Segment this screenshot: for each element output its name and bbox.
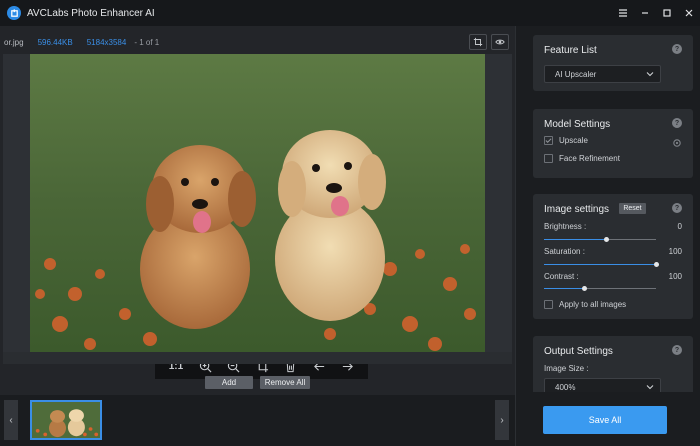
- model-settings-title: Model Settings: [544, 119, 611, 130]
- title-bar: AVCLabs Photo Enhancer AI: [0, 0, 700, 26]
- crop-icon: [473, 37, 483, 47]
- brightness-slider-knob[interactable]: [603, 237, 609, 242]
- contrast-label: Contrast :: [544, 272, 579, 281]
- help-icon[interactable]: ?: [672, 203, 682, 213]
- saturation-slider[interactable]: [544, 262, 659, 267]
- chevron-down-icon: [646, 72, 654, 77]
- gear-icon[interactable]: [672, 138, 682, 148]
- help-icon[interactable]: ?: [672, 44, 682, 54]
- image-settings-card: Image settings Reset ? Brightness : 0 Sa…: [533, 194, 693, 319]
- saturation-slider-knob[interactable]: [654, 262, 659, 267]
- window-controls: [612, 0, 700, 26]
- help-icon[interactable]: ?: [672, 118, 682, 128]
- saturation-slider-fill: [544, 264, 656, 265]
- chevron-down-icon: [646, 385, 654, 390]
- brightness-slider[interactable]: [544, 237, 656, 242]
- close-icon[interactable]: [678, 0, 700, 26]
- reset-button[interactable]: Reset: [619, 203, 646, 214]
- saturation-label: Saturation :: [544, 247, 585, 256]
- minimize-icon[interactable]: [634, 0, 656, 26]
- thumbnail-strip: ‹ ›: [0, 395, 515, 446]
- thumb-prev-button[interactable]: ‹: [4, 400, 18, 440]
- add-button[interactable]: Add: [205, 376, 253, 389]
- output-settings-title: Output Settings: [544, 346, 613, 357]
- file-info-bar: or.jpg 596.44KB 5184x3584 - 1 of 1: [0, 34, 159, 50]
- puppies-photo: [30, 54, 485, 352]
- maximize-icon[interactable]: [656, 0, 678, 26]
- feature-list-card: Feature List ? AI Upscaler: [533, 35, 693, 91]
- contrast-value: 100: [668, 272, 682, 281]
- face-refinement-option[interactable]: Face Refinement: [544, 154, 620, 163]
- upscale-label: Upscale: [559, 136, 588, 145]
- save-all-button[interactable]: Save All: [543, 406, 667, 434]
- remove-all-button[interactable]: Remove All: [260, 376, 310, 389]
- file-dimensions: 5184x3584: [86, 37, 127, 47]
- file-size: 596.44KB: [37, 37, 73, 47]
- thumbnail-item[interactable]: [30, 400, 102, 440]
- model-settings-card: Model Settings ? Upscale Face Refinement: [533, 109, 693, 178]
- file-count: - 1 of 1: [134, 37, 160, 47]
- face-refinement-checkbox[interactable]: [544, 154, 553, 163]
- contrast-slider[interactable]: [544, 286, 656, 291]
- workspace: or.jpg 596.44KB 5184x3584 - 1 of 1 1:1 A…: [0, 26, 515, 446]
- image-size-label: Image Size :: [544, 364, 589, 373]
- file-name: or.jpg: [4, 37, 24, 47]
- contrast-slider-fill: [544, 288, 585, 289]
- apply-all-label: Apply to all images: [559, 300, 627, 309]
- feature-select-value: AI Upscaler: [555, 69, 597, 79]
- menu-icon[interactable]: [612, 0, 634, 26]
- check-icon: [545, 138, 552, 143]
- upscale-option[interactable]: Upscale: [544, 136, 588, 145]
- feature-list-title: Feature List: [544, 45, 597, 56]
- brightness-label: Brightness :: [544, 222, 587, 231]
- feature-select[interactable]: AI Upscaler: [544, 65, 661, 83]
- image-canvas[interactable]: 1:1: [3, 54, 512, 379]
- face-refinement-label: Face Refinement: [559, 154, 620, 163]
- app-logo-icon: [7, 6, 21, 20]
- settings-panel: Feature List ? AI Upscaler Model Setting…: [515, 26, 700, 446]
- canvas-scrollbar[interactable]: [3, 352, 512, 364]
- help-icon[interactable]: ?: [672, 345, 682, 355]
- eye-icon: [495, 39, 505, 45]
- app-title: AVCLabs Photo Enhancer AI: [27, 7, 155, 19]
- crop-view-button[interactable]: [469, 34, 487, 50]
- thumbnail-image: [32, 402, 100, 438]
- preview-image: [30, 54, 485, 352]
- save-zone: Save All: [516, 392, 700, 446]
- thumb-next-button[interactable]: ›: [495, 400, 509, 440]
- upscale-checkbox[interactable]: [544, 136, 553, 145]
- apply-all-checkbox[interactable]: [544, 300, 553, 309]
- brightness-value: 0: [677, 222, 682, 231]
- image-settings-title: Image settings: [544, 204, 610, 215]
- brightness-slider-fill: [544, 239, 606, 240]
- saturation-value: 100: [668, 247, 682, 256]
- action-row: Add Remove All: [0, 376, 515, 390]
- contrast-slider-knob[interactable]: [582, 286, 588, 291]
- image-size-value: 400%: [555, 382, 576, 392]
- preview-toggle-button[interactable]: [491, 34, 509, 50]
- apply-all-option[interactable]: Apply to all images: [544, 300, 626, 309]
